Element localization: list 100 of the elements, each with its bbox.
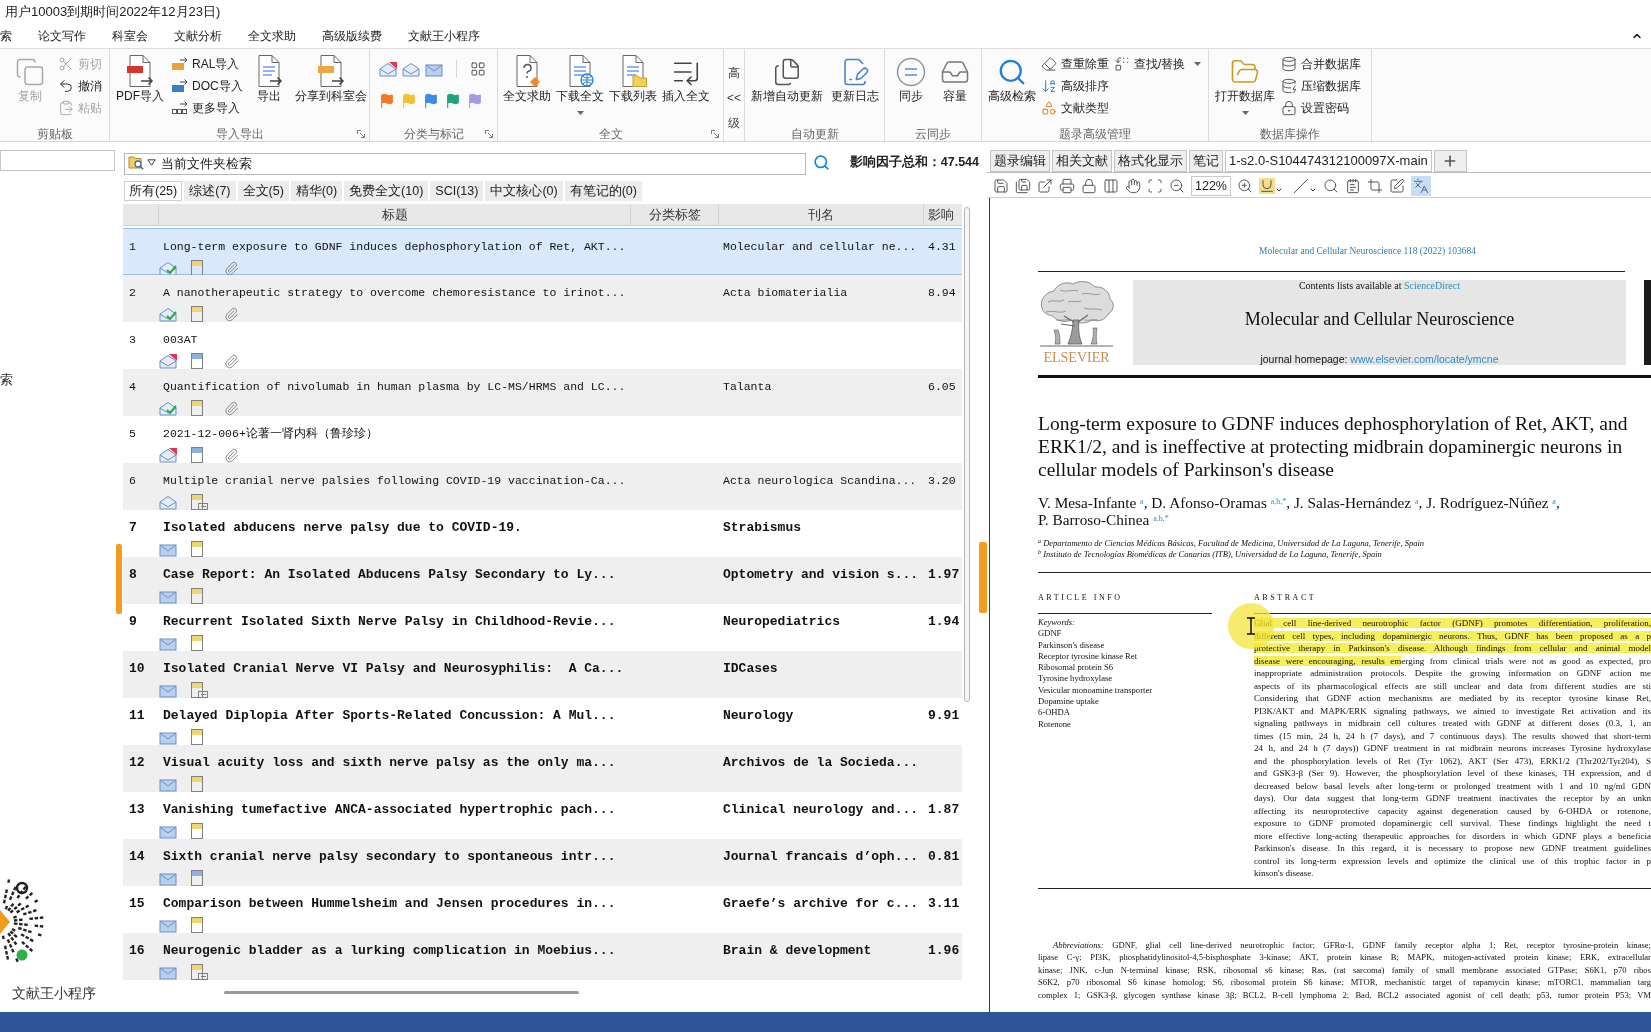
fulltext-request-button[interactable]: 全文求助 (503, 53, 551, 126)
group-label: 数据库操作 (1260, 126, 1320, 141)
impact-factor-cell: 8.94 (928, 286, 956, 299)
table-row[interactable]: 1 Long-term exposure to GDNF induces dephosphorylation of Ret, AKT... Molecular and cellular ne... 4.31 (123, 228, 962, 275)
menu-item[interactable]: 高级版续费 (322, 28, 382, 44)
save-all-icon[interactable] (1015, 177, 1031, 194)
flag-icon[interactable] (379, 93, 395, 109)
viewer-tab[interactable]: 笔记 (1189, 150, 1223, 172)
zoom-in-icon[interactable] (1237, 177, 1253, 194)
menu-item[interactable]: 文献分析 (174, 28, 222, 44)
search-icon[interactable] (1323, 177, 1339, 194)
filter-tab[interactable]: 综述(7) (184, 181, 236, 201)
collapsed-group-button[interactable]: 高 << 级 (727, 49, 741, 136)
open-envelope-alert-icon[interactable] (379, 61, 397, 77)
edit-note-icon[interactable] (1389, 177, 1405, 194)
advanced-search-button[interactable]: 高级检索 (988, 53, 1036, 126)
menu-item[interactable]: 索 (0, 28, 12, 44)
columns-icon[interactable] (1103, 177, 1119, 194)
filter-tab[interactable]: SCI(13) (430, 181, 484, 201)
menu-item[interactable]: 文献王小程序 (408, 28, 480, 44)
expand-corner-icon[interactable] (711, 129, 719, 138)
table-row[interactable]: 2 A nanotherapeutic strategy to overcome chemoresistance to irinot... Acta biomaterialia 8.94 (123, 275, 962, 322)
flag-icon[interactable] (423, 93, 439, 109)
table-row[interactable]: 10 Isolated Cranial Nerve VI Palsy and Neurosyphilis: A Ca... IDCases (123, 651, 962, 698)
table-row[interactable]: 4 Quantification of nivolumab in human plasma by LC-MS/HRMS and LC... Talanta 6.05 (123, 369, 962, 416)
vertical-scrollbar-thumb[interactable] (964, 207, 970, 702)
group-label: 云同步 (915, 126, 951, 141)
filter-tab[interactable]: 精华(0) (290, 181, 343, 201)
download-fulltext-button[interactable]: 下载全文 (556, 53, 604, 126)
column-header[interactable]: 影响 (928, 204, 954, 225)
find-replace-button[interactable]: 查找/替换 (1114, 53, 1202, 75)
column-header[interactable]: 分类标签 (648, 204, 701, 225)
open-envelope-icon[interactable] (402, 61, 420, 77)
sort-button[interactable]: 高级排序 (1041, 75, 1109, 97)
share-button[interactable]: 分享到科室会 (294, 53, 367, 126)
flag-icon[interactable] (445, 93, 461, 109)
merge-database-button[interactable]: 合并数据库 (1281, 53, 1361, 75)
auto-update-button[interactable]: 新增自动更新 (751, 53, 823, 126)
doc-import-button[interactable]: DOC导入 (172, 75, 243, 97)
filter-tab[interactable]: 中文核心(0) (485, 181, 563, 201)
save-icon[interactable] (993, 177, 1009, 194)
compress-database-button[interactable]: 压缩数据库 (1281, 75, 1361, 97)
expand-corner-icon[interactable] (357, 129, 365, 138)
viewer-tab[interactable]: 格式化显示 (1114, 150, 1187, 172)
sidebar-item[interactable]: 索 (0, 372, 13, 388)
table-row[interactable]: 16 Neurogenic bladder as a lurking complication in Moebius... Brain & development 1.96 (123, 933, 962, 980)
keyword: Parkinson's disease (1038, 639, 1105, 651)
dedupe-button[interactable]: 查重除重 (1041, 53, 1109, 75)
document-arrow-icon (316, 55, 345, 87)
zoom-out-icon[interactable] (1169, 177, 1185, 194)
horizontal-scrollbar-thumb[interactable] (224, 991, 579, 994)
line-icon[interactable] (1293, 177, 1309, 194)
menu-item[interactable]: 全文求助 (248, 28, 296, 44)
capacity-button[interactable]: 容量 (937, 53, 973, 126)
sync-button[interactable]: 同步 (893, 53, 929, 126)
update-log-button[interactable]: 更新日志 (831, 53, 879, 126)
crop-icon[interactable] (1367, 177, 1383, 194)
filter-tab[interactable]: 所有(25) (124, 181, 183, 201)
filter-tab[interactable]: 有笔记的(0) (564, 181, 642, 201)
undo-button[interactable]: 撤消 (58, 75, 102, 97)
column-header[interactable]: 标题 (381, 204, 408, 225)
caret-icon[interactable] (147, 158, 156, 166)
export-button[interactable]: 导出 (250, 53, 287, 126)
document-type-button[interactable]: 文献类型 (1041, 97, 1109, 119)
table-row[interactable]: 6 Multiple cranial nerve palsies following COVID-19 vaccination-Ca... Acta neurologica Scandina... 3.20 (123, 463, 962, 510)
table-row[interactable]: 12 Visual acuity loss and sixth nerve palsy as the only ma... Archivos de la Socieda... (123, 745, 962, 792)
table-row[interactable]: 14 Sixth cranial nerve palsy secondary to spontaneous intr... Journal francais d’oph... 0.81 (123, 839, 962, 886)
menu-item[interactable]: 论文写作 (38, 28, 86, 44)
pdf-import-button[interactable]: PDF导入 (116, 53, 164, 126)
ral-import-button[interactable]: RAL导入 (172, 53, 243, 75)
underline-icon[interactable] (1259, 177, 1275, 194)
insert-fulltext-button[interactable]: 插入全文 (662, 53, 710, 126)
translate-button[interactable] (1411, 175, 1431, 196)
download-list-button[interactable]: 下载列表 (609, 53, 657, 126)
filter-tab[interactable]: 全文(5) (237, 181, 289, 201)
search-field[interactable]: 当前文件夹检索 (124, 153, 806, 175)
table-row[interactable]: 8 Case Report: An Isolated Abducens Palsy Secondary to Ly... Optometry and vision s... 1.97 (123, 557, 962, 604)
search-icon[interactable] (813, 153, 830, 171)
grid-icon[interactable] (470, 61, 486, 77)
column-header[interactable]: 刊名 (808, 204, 834, 225)
viewer-tab[interactable]: 相关文献 (1052, 150, 1112, 172)
add-tab-button[interactable] (1433, 150, 1467, 172)
menu-item[interactable]: 科室会 (112, 28, 148, 44)
sidebar-search-field[interactable] (0, 150, 115, 171)
more-import-button[interactable]: 更多导入 (172, 97, 243, 119)
splitter-handle[interactable] (979, 542, 987, 613)
viewer-tab[interactable]: 题录编辑 (990, 150, 1050, 172)
filter-tab[interactable]: 免费全文(10) (344, 181, 429, 201)
splitter-handle[interactable] (116, 544, 122, 614)
envelope-icon[interactable] (425, 61, 443, 77)
lock-icon[interactable] (1081, 177, 1097, 194)
hand-icon[interactable] (1125, 177, 1141, 194)
text-box-icon[interactable] (1345, 177, 1361, 194)
zoom-field[interactable]: 122% (1191, 175, 1231, 196)
expand-corner-icon[interactable] (485, 129, 493, 138)
viewer-tab[interactable]: 1-s2.0-S104474312100097X-main (1225, 150, 1432, 172)
export-icon[interactable] (1037, 177, 1053, 194)
set-password-button[interactable]: 设置密码 (1281, 97, 1361, 119)
print-icon[interactable] (1059, 177, 1075, 194)
open-database-button[interactable]: 打开数据库 (1215, 53, 1275, 126)
